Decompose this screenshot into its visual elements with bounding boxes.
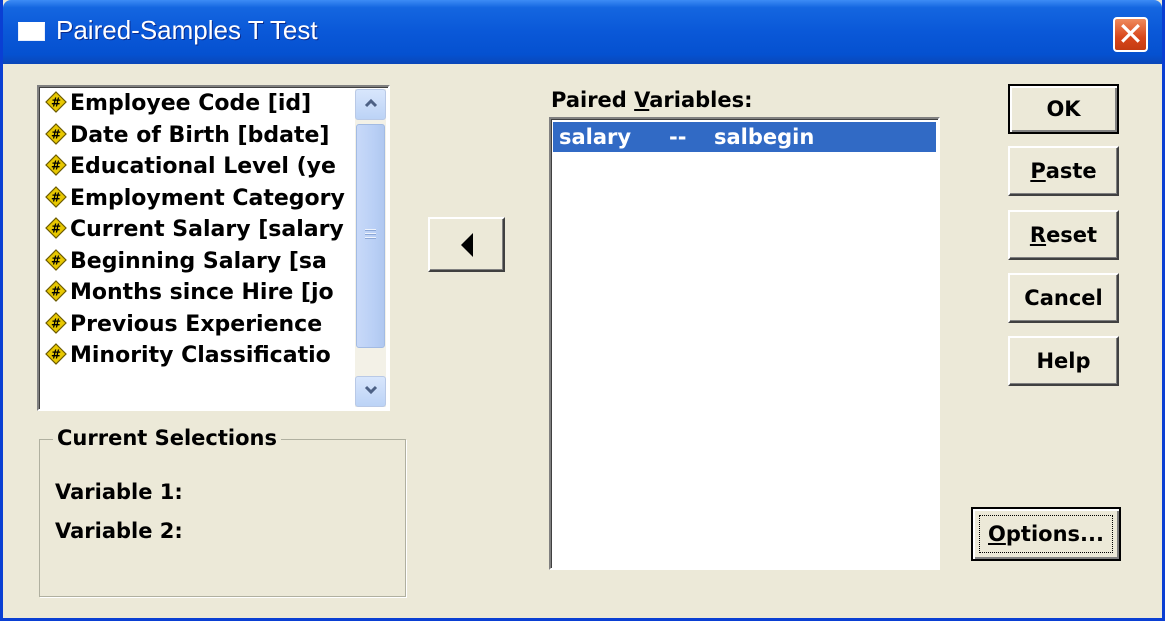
svg-text:#: # [51,316,61,330]
svg-text:#: # [51,253,61,267]
variable-list-item[interactable]: # Current Salary [salary [45,215,350,245]
svg-text:#: # [51,222,61,236]
paste-mnemonic: P [1030,159,1046,183]
svg-text:#: # [51,96,61,110]
window-icon [18,22,45,41]
chevron-down-icon [364,385,377,395]
reset-label: eset [1046,223,1098,247]
left-arrow-icon [460,232,473,257]
variable-list-item[interactable]: # Employee Code [id] [45,89,350,119]
numeric-scale-icon: # [45,248,67,271]
variable-list-scrollbar[interactable] [355,89,386,407]
options-button[interactable]: Options... [971,507,1121,561]
variable-1-label: Variable 1: [55,480,183,504]
reset-mnemonic: R [1029,223,1047,247]
pair-separator: -- [669,125,687,149]
dialog-window: Paired-Samples T Test ✕ # Employee Code [… [0,0,1165,621]
variable-label: Date of Birth [bdate] [70,122,330,148]
pair-variable-1: salary [559,125,632,149]
paste-button[interactable]: Paste [1008,146,1119,196]
variable-2-label: Variable 2: [55,519,183,543]
svg-text:#: # [51,348,61,362]
variable-label: Educational Level (ye [70,154,336,179]
svg-text:#: # [51,127,61,141]
variable-label: Months since Hire [jo [70,280,334,305]
variable-label: Current Salary [salary [70,217,344,242]
focus-rectangle [979,515,1113,553]
variable-list-item[interactable]: # Previous Experience [45,310,350,340]
numeric-scale-icon: # [45,343,67,365]
scroll-down-button[interactable] [355,376,386,407]
source-variable-list[interactable]: # Employee Code [id] # Date of Birth [bdate… [37,85,390,411]
variable-list-item[interactable]: # Minority Classificatio [45,341,350,371]
ok-button[interactable]: OK [1008,84,1119,134]
numeric-scale-icon: # [45,185,67,208]
reset-button[interactable]: Reset [1008,210,1119,260]
help-button[interactable]: Help [1008,336,1119,386]
svg-text:#: # [51,190,61,204]
thumb-grip [365,233,376,235]
numeric-scale-icon: # [45,280,67,302]
close-button[interactable]: ✕ [1113,17,1148,52]
numeric-scale-icon: # [45,91,67,113]
variable-label: Previous Experience [70,311,323,337]
variable-list-item[interactable]: # Beginning Salary [sa [45,247,350,277]
title-bar[interactable]: Paired-Samples T Test ✕ [3,0,1162,64]
paired-label-mnemonic: V [634,88,650,112]
variable-list-item[interactable]: # Employment Category [45,184,350,214]
numeric-scale-icon: # [45,154,67,176]
variable-label: Minority Classificatio [70,343,331,368]
variable-list-item[interactable]: # Educational Level (ye [45,152,350,182]
variable-label: Beginning Salary [sa [70,248,327,274]
paired-variables-label: Paired Variables: [551,88,753,112]
scroll-up-button[interactable] [355,89,386,120]
paired-row[interactable]: salary -- salbegin [553,122,936,152]
numeric-scale-icon: # [45,122,67,145]
close-icon: ✕ [1117,15,1144,53]
paste-label: aste [1045,159,1097,183]
numeric-scale-icon: # [45,217,67,239]
variable-label: Employment Category [70,185,345,211]
move-variables-button[interactable] [428,217,505,272]
svg-text:#: # [51,285,61,299]
paired-label-text-rest: ariables: [649,88,753,112]
paired-variables-list[interactable]: salary -- salbegin [549,117,940,570]
current-selections-group [39,439,406,597]
paired-label-text: Paired [551,88,635,112]
chevron-up-icon [364,98,377,108]
thumb-grip [365,237,376,239]
variable-list-item[interactable]: # Months since Hire [jo [45,278,350,308]
window-title: Paired-Samples T Test [56,15,318,45]
cancel-button[interactable]: Cancel [1008,273,1119,323]
svg-text:#: # [51,159,61,173]
numeric-scale-icon: # [45,311,67,334]
scroll-thumb[interactable] [356,124,385,348]
variable-label: Employee Code [id] [70,91,312,116]
current-selections-title: Current Selections [53,426,281,450]
pair-variable-2: salbegin [714,125,815,149]
thumb-grip [365,229,376,231]
variable-list-item[interactable]: # Date of Birth [bdate] [45,121,350,151]
